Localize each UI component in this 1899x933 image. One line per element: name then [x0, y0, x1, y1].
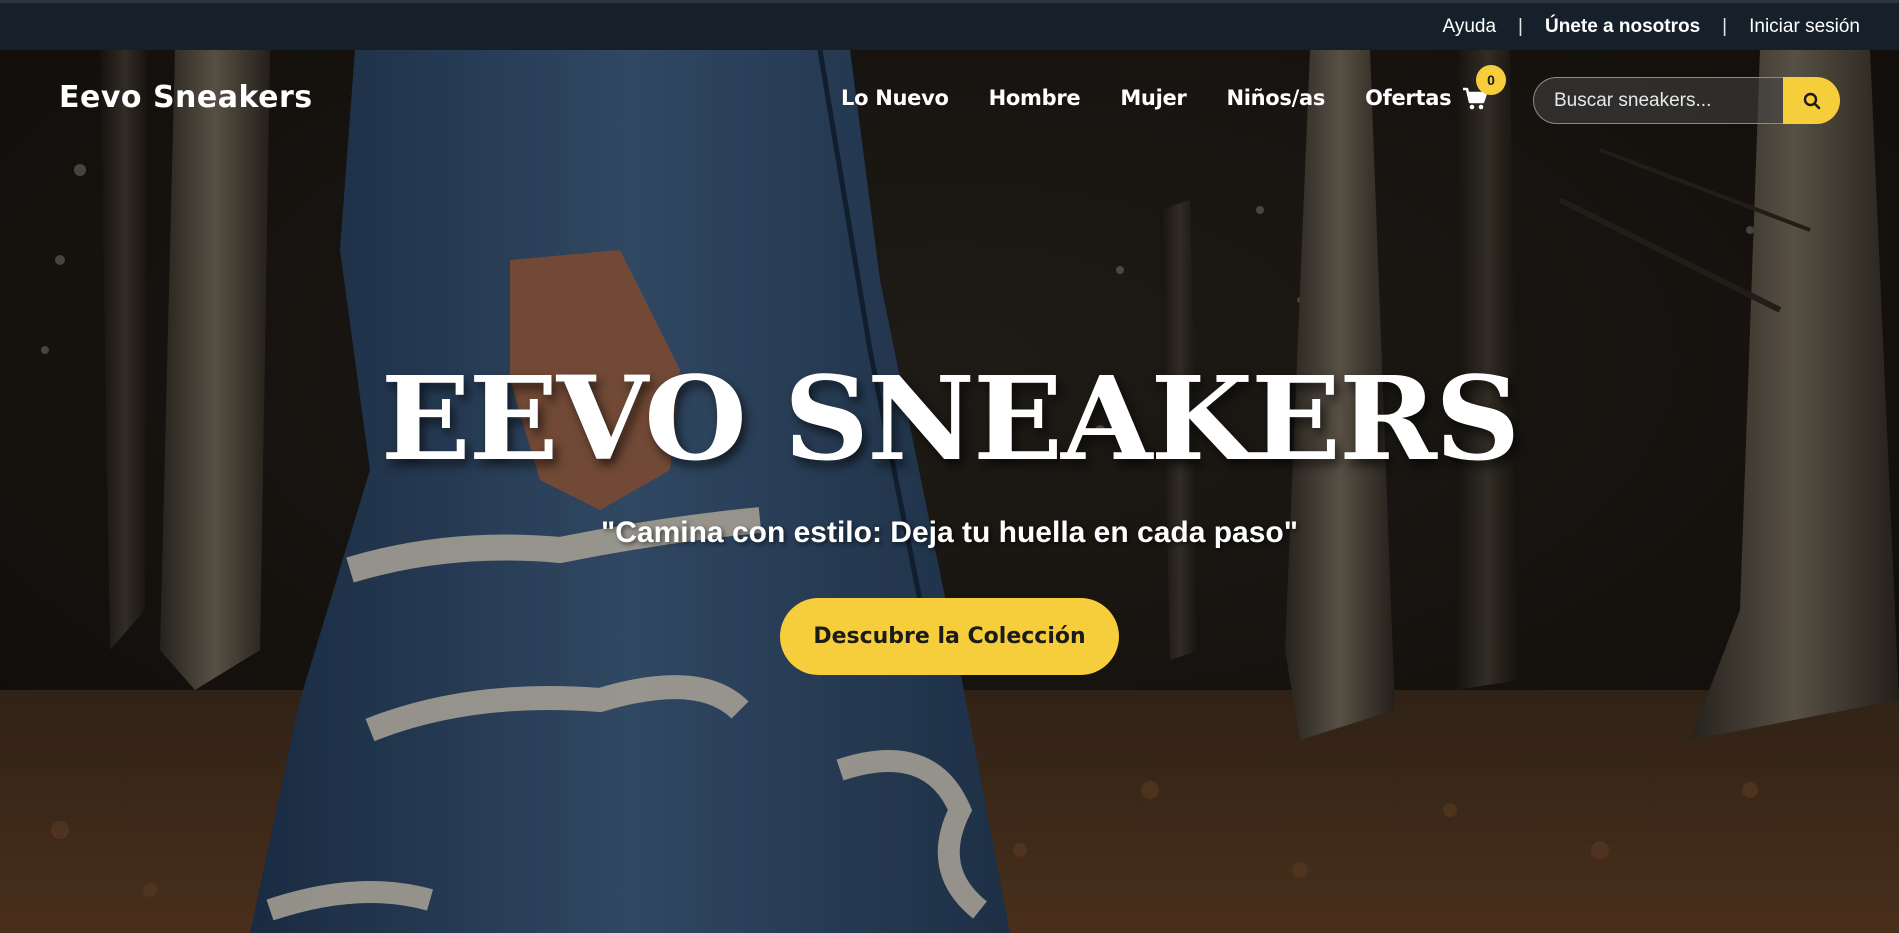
nav-item-lo-nuevo[interactable]: Lo Nuevo: [841, 86, 949, 110]
help-link[interactable]: Ayuda: [1443, 16, 1497, 38]
hero-tagline: "Camina con estilo: Deja tu huella en ca…: [601, 516, 1298, 549]
search-input[interactable]: [1533, 77, 1785, 124]
site-logo[interactable]: Eevo Sneakers: [59, 80, 313, 115]
main-nav: Eevo Sneakers Lo Nuevo Hombre Mujer Niño…: [0, 50, 1899, 150]
join-link[interactable]: Únete a nosotros: [1545, 16, 1700, 38]
nav-item-hombre[interactable]: Hombre: [989, 86, 1081, 110]
discover-collection-button[interactable]: Descubre la Colección: [780, 598, 1119, 675]
nav-menu: Lo Nuevo Hombre Mujer Niños/as Ofertas: [841, 86, 1452, 110]
hero-section: EEVO SNEAKERS "Camina con estilo: Deja t…: [0, 50, 1899, 933]
search-bar: [1533, 77, 1840, 124]
cart-count-badge: 0: [1476, 65, 1506, 95]
nav-item-ninos[interactable]: Niños/as: [1226, 86, 1325, 110]
separator: |: [1518, 15, 1523, 37]
nav-item-ofertas[interactable]: Ofertas: [1365, 86, 1452, 110]
search-button[interactable]: [1783, 77, 1840, 124]
hero-headline: EEVO SNEAKERS: [380, 350, 1521, 487]
nav-item-mujer[interactable]: Mujer: [1120, 86, 1186, 110]
search-icon: [1803, 92, 1820, 109]
login-link[interactable]: Iniciar sesión: [1749, 16, 1860, 38]
utility-bar: Ayuda | Únete a nosotros | Iniciar sesió…: [0, 0, 1899, 50]
separator: |: [1722, 15, 1728, 37]
hero-dark-overlay: [0, 50, 1899, 933]
